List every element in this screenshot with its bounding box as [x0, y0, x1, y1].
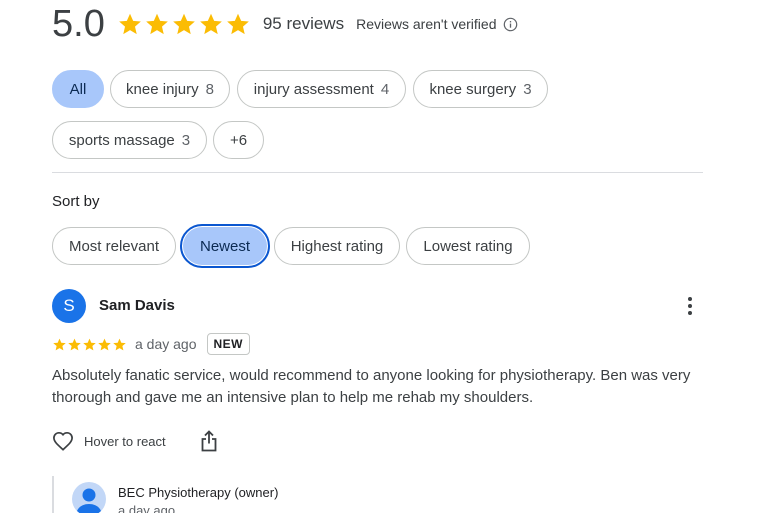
- filter-chip-label: knee surgery: [429, 80, 517, 98]
- filter-chip-label: +6: [229, 131, 248, 149]
- filter-chip-count: 8: [205, 80, 214, 98]
- average-stars: [117, 11, 251, 37]
- star-icon: [118, 13, 141, 35]
- owner-reply-date: a day ago: [118, 503, 176, 513]
- review-rating-row: a day ago NEW: [52, 332, 250, 356]
- filter-chip-count: 4: [380, 80, 390, 98]
- filter-chip-label: sports massage: [68, 131, 175, 149]
- star-icon: [98, 338, 111, 350]
- react-row: Hover to react: [52, 429, 218, 453]
- filter-chip-all[interactable]: All: [52, 70, 104, 108]
- reviewer-name[interactable]: Sam Davis: [99, 297, 175, 314]
- filter-chip-label: knee injury: [126, 80, 199, 98]
- info-icon[interactable]: [503, 17, 518, 32]
- owner-reply: BEC Physiotherapy (owner) a day ago: [52, 476, 454, 513]
- owner-avatar: [72, 482, 106, 513]
- filter-chip-more[interactable]: +6: [213, 121, 264, 159]
- star-icon: [53, 338, 66, 350]
- heart-icon[interactable]: [52, 431, 74, 451]
- sort-highest-rating[interactable]: Highest rating: [274, 227, 400, 265]
- share-icon[interactable]: [200, 430, 218, 452]
- average-score: 5.0: [52, 3, 105, 45]
- reviews-panel: 5.0 95 reviews Reviews aren't verified A…: [0, 0, 768, 513]
- filter-chip-label: injury assessment: [253, 80, 374, 98]
- not-verified-text: Reviews aren't verified: [356, 16, 497, 32]
- star-icon: [113, 338, 126, 350]
- review-stars: [52, 337, 127, 352]
- sort-option-label: Lowest rating: [423, 237, 513, 255]
- person-icon: [76, 488, 102, 513]
- filter-chip-knee-injury[interactable]: knee injury 8: [110, 70, 230, 108]
- filter-chip-label: All: [69, 80, 87, 98]
- new-badge: NEW: [206, 333, 250, 355]
- rating-summary: 5.0 95 reviews Reviews aren't verified: [52, 2, 518, 46]
- filter-chip-injury-assessment[interactable]: injury assessment 4: [237, 70, 406, 108]
- star-icon: [83, 338, 96, 350]
- react-label: Hover to react: [84, 433, 166, 449]
- sort-option-label: Highest rating: [290, 237, 384, 255]
- sort-option-label: Most relevant: [68, 237, 160, 255]
- divider: [52, 172, 703, 173]
- owner-name: BEC Physiotherapy (owner): [118, 485, 279, 500]
- filter-chip-knee-surgery[interactable]: knee surgery 3: [413, 70, 548, 108]
- review-count: 95 reviews: [262, 14, 345, 33]
- star-icon: [145, 13, 168, 35]
- filter-chip-count: 3: [181, 131, 191, 149]
- filter-chip-sports-massage[interactable]: sports massage 3: [52, 121, 207, 159]
- review-text: Absolutely fanatic service, would recomm…: [52, 367, 691, 406]
- sort-lowest-rating[interactable]: Lowest rating: [406, 227, 530, 265]
- sort-option-label: Newest: [199, 237, 251, 255]
- reviewer-avatar[interactable]: S: [52, 289, 86, 323]
- sort-most-relevant[interactable]: Most relevant: [52, 227, 176, 265]
- star-icon: [226, 13, 249, 35]
- star-icon: [199, 13, 222, 35]
- star-icon: [172, 13, 195, 35]
- sort-newest[interactable]: Newest: [180, 224, 270, 268]
- filter-chip-count: 3: [523, 80, 532, 98]
- review-date: a day ago: [135, 336, 197, 352]
- sort-label: Sort by: [52, 193, 100, 210]
- more-vert-icon[interactable]: [681, 296, 699, 316]
- star-icon: [68, 338, 81, 350]
